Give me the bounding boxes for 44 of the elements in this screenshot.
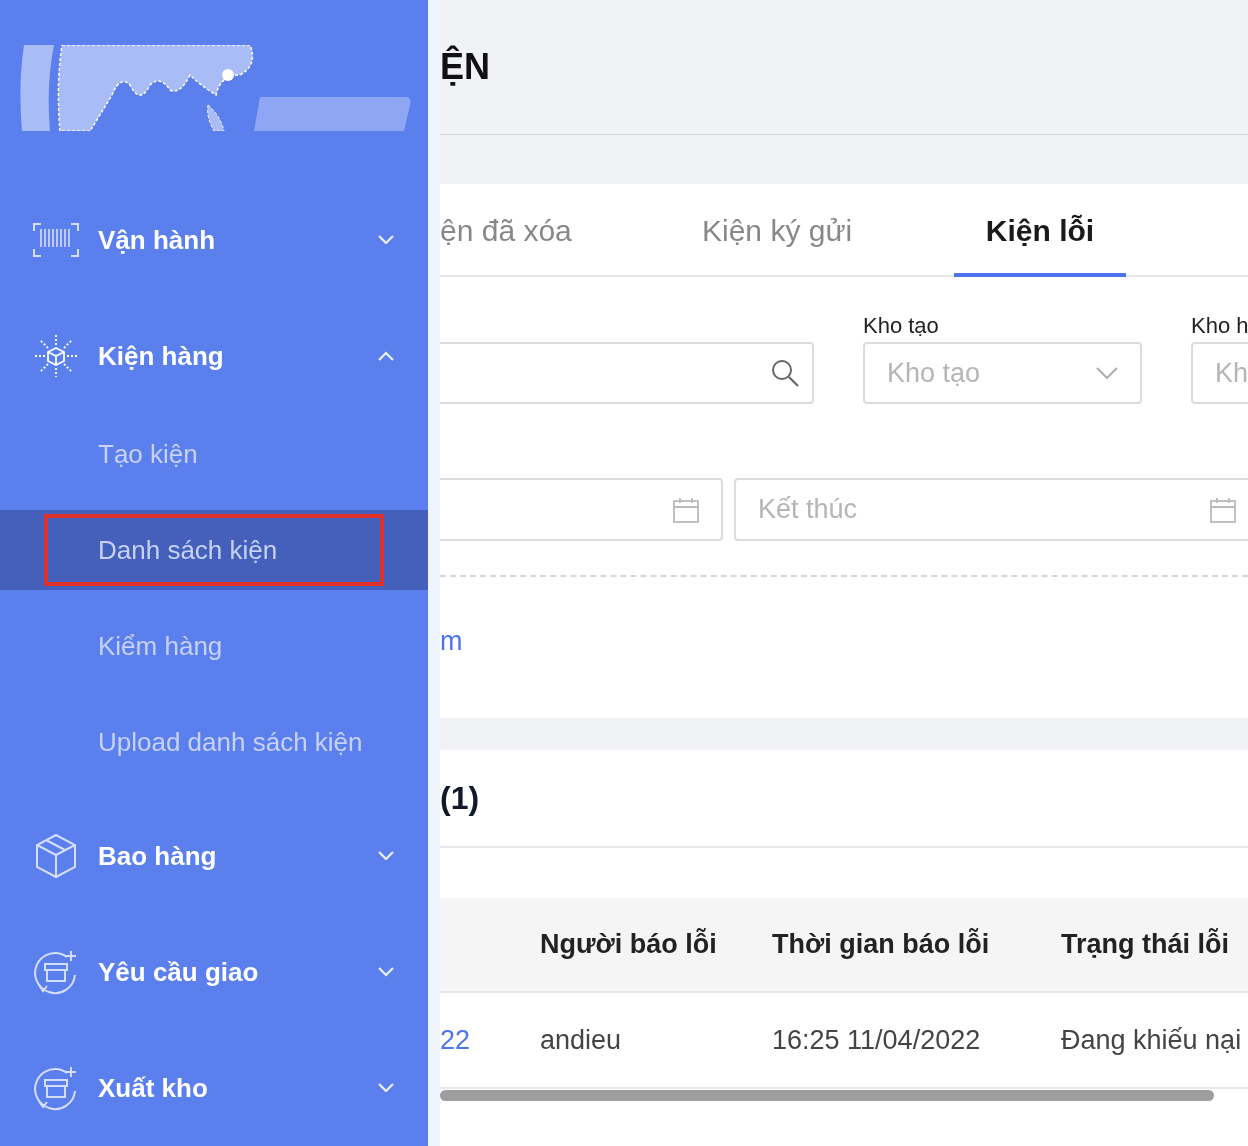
sidebar-submenu-item[interactable]: Danh sách kiện xyxy=(44,514,384,586)
column-header: Thời gian báo lỗi xyxy=(772,927,991,962)
sidebar-submenu-item[interactable]: Kiểm hàng xyxy=(44,610,384,682)
page-title: ỆN xyxy=(440,44,490,89)
chevron-down-icon xyxy=(1096,367,1118,379)
scrollbar-thumb[interactable] xyxy=(440,1089,1214,1101)
table-link[interactable]: 22 xyxy=(440,1019,540,1061)
barcode-icon xyxy=(33,223,79,257)
field-label: Kho h xyxy=(1191,315,1248,340)
table-cell-text: Đang khiếu nại xyxy=(1061,1023,1243,1057)
column-header: Người báo lỗi xyxy=(540,927,718,962)
warehouse-select[interactable]: Kho tạo xyxy=(863,342,1142,404)
search-field[interactable] xyxy=(440,342,814,404)
select-field[interactable]: Kh xyxy=(1191,342,1248,404)
search-icon xyxy=(770,358,800,388)
tab[interactable]: Kiện lỗi xyxy=(954,184,1126,277)
tab[interactable]: ện đã xóa xyxy=(440,184,702,277)
box-arrows-icon xyxy=(33,333,79,379)
sidebar-submenu-item[interactable]: Tạo kiện xyxy=(44,418,384,490)
sidebar-menu-item[interactable]: Vận hành xyxy=(0,182,428,298)
end-date-field[interactable]: Kết thúc xyxy=(734,478,1248,541)
field-label: Kho tạo xyxy=(863,315,940,340)
results-title: (1) xyxy=(440,779,480,818)
calendar-icon xyxy=(673,496,699,523)
chevron-down-icon xyxy=(378,1083,394,1093)
link[interactable]: m xyxy=(440,626,463,656)
sidebar-submenu-item[interactable]: Upload danh sách kiện xyxy=(44,706,384,778)
cube-icon xyxy=(35,833,77,879)
chevron-down-icon xyxy=(378,851,394,861)
sidebar-menu-item[interactable]: Xuất kho xyxy=(0,1030,428,1146)
table-cell-text: 16:25 11/04/2022 xyxy=(772,1023,982,1057)
table-cell-text: andieu xyxy=(540,1023,623,1057)
column-header: Trạng thái lỗi xyxy=(1061,927,1230,962)
sidebar-menu-item[interactable]: Yêu cầu giao xyxy=(0,914,428,1030)
sidebar-menu-item[interactable]: Kiện hàng xyxy=(0,298,428,414)
sidebar-menu-item[interactable]: Bao hàng xyxy=(0,798,428,914)
box-cycle-icon xyxy=(33,1065,79,1111)
chevron-down-icon xyxy=(378,967,394,977)
chevron-up-icon xyxy=(378,351,394,361)
box-cycle-icon xyxy=(33,949,79,995)
calendar-icon xyxy=(1210,496,1236,523)
chevron-down-icon xyxy=(378,235,394,245)
tab[interactable]: Kiện ký gửi xyxy=(702,184,954,277)
start-date-field[interactable] xyxy=(440,478,723,541)
